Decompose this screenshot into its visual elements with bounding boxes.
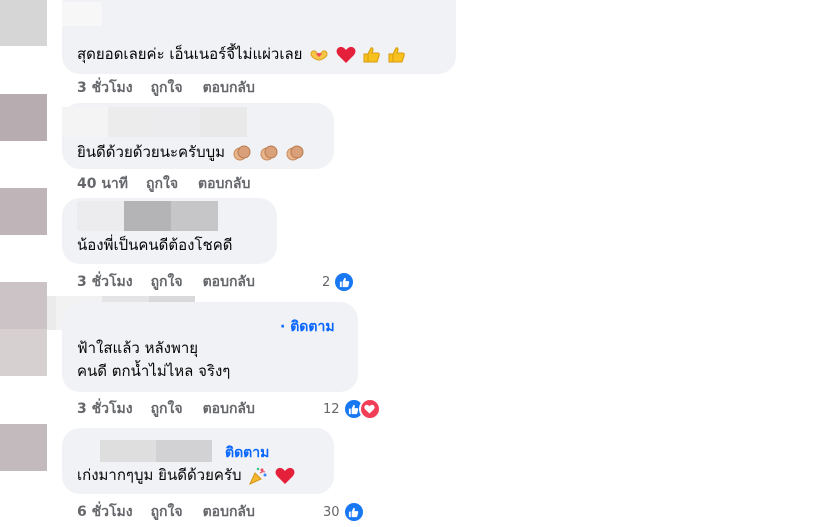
follow-link[interactable]: · ติดตาม: [280, 316, 335, 338]
comment-timestamp[interactable]: 3 ชั่วโมง: [77, 77, 133, 99]
like-reaction-icon: [333, 271, 356, 293]
comment-text: น้องพี่เป็นคนดีต้องโชคดี: [77, 236, 233, 254]
comment-bubble: · ติดตาม ฟ้าใสแล้ว หลังพายุ คนดี ตกน้ำไม…: [62, 302, 358, 392]
commenter-name-blurred[interactable]: [100, 440, 212, 462]
reaction-count: 12: [323, 401, 340, 417]
follow-link[interactable]: ติดตาม: [225, 442, 269, 464]
like-link[interactable]: ถูกใจ: [151, 398, 183, 420]
comment-text: ยินดีด้วยด้วยนะครับบูม: [77, 139, 305, 165]
avatar[interactable]: [0, 188, 47, 235]
like-link[interactable]: ถูกใจ: [151, 271, 183, 293]
reply-link[interactable]: ตอบกลับ: [198, 173, 250, 195]
love-reaction-icon: [358, 398, 381, 420]
like-link[interactable]: ถูกใจ: [151, 501, 183, 523]
avatar[interactable]: [0, 282, 47, 376]
red-heart-icon: [275, 467, 295, 484]
reaction-summary[interactable]: 2: [322, 270, 356, 294]
reaction-count: 2: [322, 274, 331, 290]
comment-text: สุดยอดเลยค่ะ เอ็นเนอร์จี้ไม่แผ่วเลย: [77, 41, 406, 67]
clapping-hands-icon: [260, 145, 278, 160]
comment-actions: 40 นาที ถูกใจ ตอบกลับ: [77, 172, 250, 196]
comment-timestamp[interactable]: 3 ชั่วโมง: [77, 271, 133, 293]
clapping-hands-icon: [286, 145, 304, 160]
avatar[interactable]: [0, 424, 47, 471]
comment-timestamp[interactable]: 3 ชั่วโมง: [77, 398, 133, 420]
comment-timestamp[interactable]: 40 นาที: [77, 173, 128, 195]
commenter-name-blurred[interactable]: [62, 107, 247, 137]
reaction-summary[interactable]: 30: [323, 500, 365, 524]
avatar[interactable]: [0, 94, 47, 141]
avatar[interactable]: [0, 0, 47, 46]
thumbs-up-icon: [388, 46, 405, 62]
reaction-summary[interactable]: 12: [323, 397, 381, 421]
party-popper-icon: [249, 467, 267, 485]
comment-bubble: ติดตาม เก่งมากๆบูม ยินดีด้วยครับ: [62, 428, 334, 494]
commenter-name-blurred[interactable]: [77, 201, 218, 231]
comment-bubble: น้องพี่เป็นคนดีต้องโชคดี: [62, 198, 277, 264]
comment-actions: 3 ชั่วโมง ถูกใจ ตอบกลับ: [77, 270, 255, 294]
clapping-hands-icon: [233, 145, 251, 160]
heart-hands-icon: [310, 49, 328, 61]
comment-actions: 6 ชั่วโมง ถูกใจ ตอบกลับ: [77, 500, 255, 524]
thumbs-up-icon: [363, 46, 380, 62]
comment-actions: 3 ชั่วโมง ถูกใจ ตอบกลับ: [77, 397, 255, 421]
reply-link[interactable]: ตอบกลับ: [203, 271, 255, 293]
like-link[interactable]: ถูกใจ: [146, 173, 178, 195]
red-heart-icon: [336, 46, 356, 63]
commenter-name-blurred[interactable]: [62, 2, 102, 26]
comment-bubble: สุดยอดเลยค่ะ เอ็นเนอร์จี้ไม่แผ่วเลย: [62, 0, 456, 74]
like-reaction-icon: [342, 501, 365, 523]
comment-text-line-2: คนดี ตกน้ำไม่ไหล จริงๆ: [77, 362, 231, 380]
reply-link[interactable]: ตอบกลับ: [203, 501, 255, 523]
reply-link[interactable]: ตอบกลับ: [203, 398, 255, 420]
comment-text: เก่งมากๆบูม ยินดีด้วยครับ: [77, 462, 295, 488]
comment-actions: 3 ชั่วโมง ถูกใจ ตอบกลับ: [77, 76, 255, 100]
reaction-count: 30: [323, 504, 340, 520]
comment-timestamp[interactable]: 6 ชั่วโมง: [77, 501, 133, 523]
reply-link[interactable]: ตอบกลับ: [203, 77, 255, 99]
comment-bubble: ยินดีด้วยด้วยนะครับบูม: [62, 103, 334, 169]
like-link[interactable]: ถูกใจ: [151, 77, 183, 99]
